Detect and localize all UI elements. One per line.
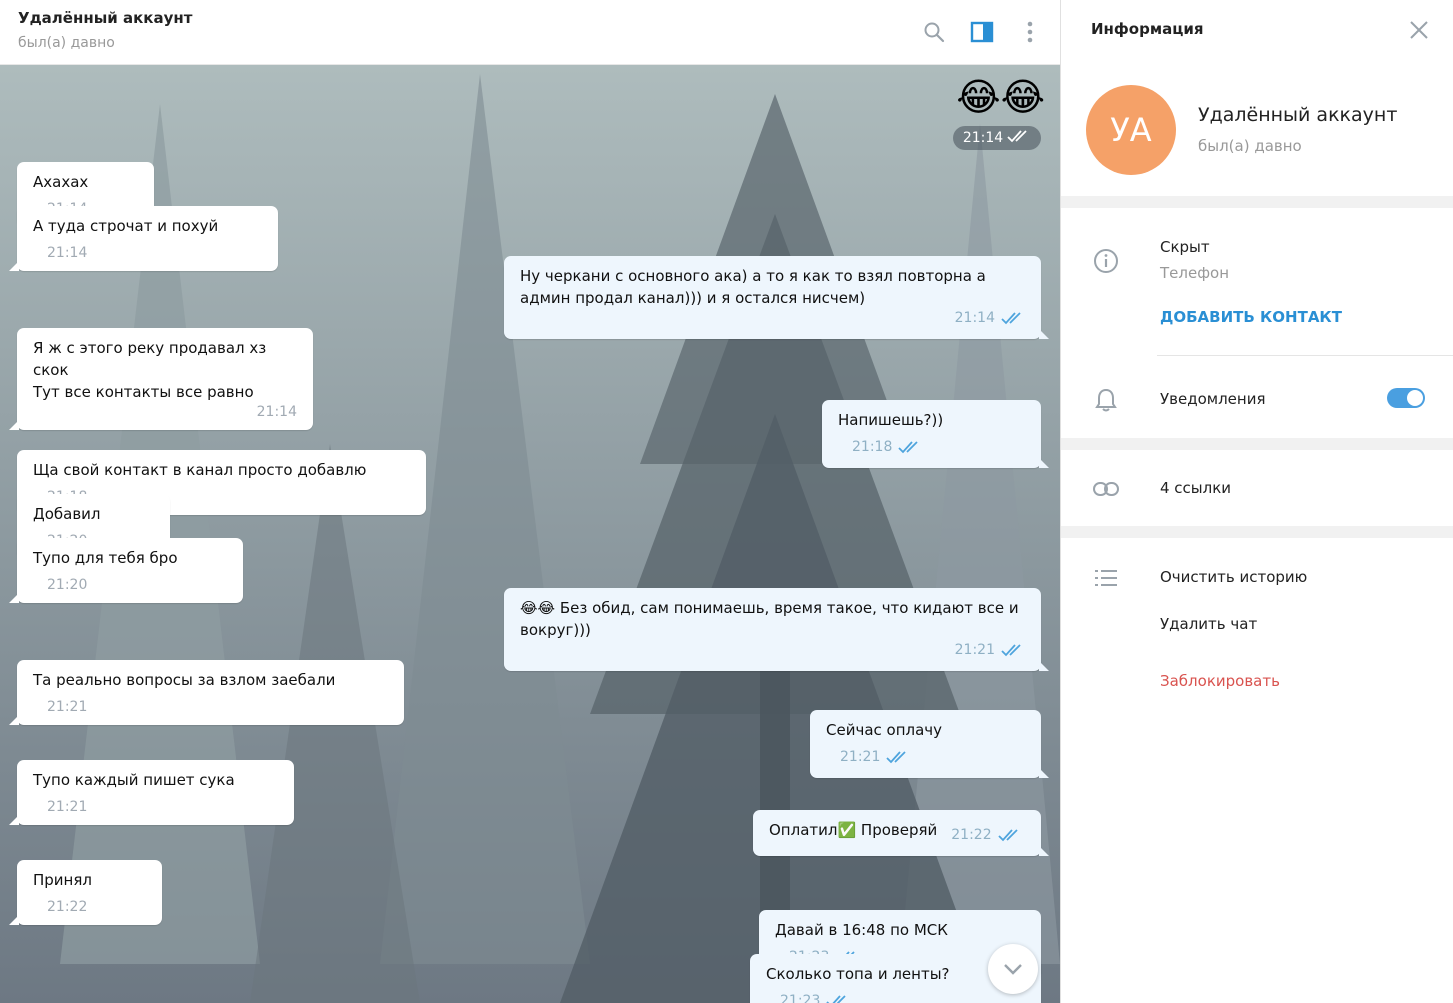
notifications-toggle[interactable] xyxy=(1387,388,1425,408)
read-check-icon xyxy=(1001,642,1025,664)
emoji-message[interactable]: 😂😂 21:14 xyxy=(940,74,1045,150)
list-icon xyxy=(1093,565,1119,591)
info-title: Информация xyxy=(1091,20,1204,38)
avatar-initials: УА xyxy=(1110,111,1152,149)
message-list[interactable]: 😂😂21:14Ахахах21:14А туда строчат и похуй… xyxy=(0,64,1060,1003)
read-check-icon xyxy=(826,993,850,1003)
message-text: Сейчас оплачу xyxy=(826,721,943,739)
incoming-message[interactable]: Тупо для тебя бро 21:20 xyxy=(9,538,243,603)
message-text: Принял xyxy=(33,871,92,889)
profile-status: был(а) давно xyxy=(1198,137,1302,155)
message-text: 😂😂 Без обид, сам понимаешь, время такое,… xyxy=(520,599,1019,639)
bell-icon xyxy=(1093,387,1119,413)
message-text: Сколько топа и ленты? xyxy=(766,965,950,983)
profile-section: Информация УА Удалённый аккаунт был(а) д… xyxy=(1061,0,1453,196)
message-time: 21:21 xyxy=(47,799,88,815)
chat-status: был(а) давно xyxy=(18,35,115,51)
message-time: 21:18 xyxy=(852,436,922,461)
message-time: 21:21 xyxy=(955,639,1025,664)
read-check-icon xyxy=(1007,129,1031,147)
toggle-knob xyxy=(1407,390,1423,406)
info-icon xyxy=(1093,248,1119,274)
message-time: 21:14 xyxy=(962,130,1004,146)
links-label: 4 ссылки xyxy=(1160,479,1232,497)
chat-title[interactable]: Удалённый аккаунт xyxy=(18,9,192,27)
phone-label: Телефон xyxy=(1160,264,1230,282)
info-panel: Информация УА Удалённый аккаунт был(а) д… xyxy=(1060,0,1453,1003)
message-text: Тупо для тебя бро xyxy=(33,549,178,567)
phone-value: Скрыт xyxy=(1160,238,1210,256)
message-text: Та реально вопросы за взлом заебали xyxy=(33,671,336,689)
more-vert-icon[interactable] xyxy=(1014,16,1046,48)
outgoing-message[interactable]: 😂😂 Без обид, сам понимаешь, время такое,… xyxy=(504,588,1049,671)
message-text: Оплатил✅ Проверяй xyxy=(769,821,938,839)
message-text: Тупо каждый пишет сука xyxy=(33,771,235,789)
message-time: 21:14 xyxy=(256,404,297,420)
avatar[interactable]: УА xyxy=(1086,85,1176,175)
link-icon xyxy=(1093,476,1119,502)
read-check-icon xyxy=(886,749,910,771)
message-text: А туда строчат и похуй xyxy=(33,217,219,235)
outgoing-message[interactable]: Сейчас оплачу 21:21 xyxy=(810,710,1049,778)
outgoing-message[interactable]: Напишешь?)) 21:18 xyxy=(822,400,1049,468)
message-time: 21:14 xyxy=(47,245,88,261)
incoming-message[interactable]: Та реально вопросы за взлом заебали 21:21 xyxy=(9,660,404,725)
message-text: Ща свой контакт в канал просто добавлю xyxy=(33,461,367,479)
read-check-icon xyxy=(898,439,922,461)
links-section[interactable]: 4 ссылки xyxy=(1061,450,1453,526)
actions-section: Очистить историю Удалить чат Заблокирова… xyxy=(1061,538,1453,1003)
message-time: 21:23 xyxy=(780,990,850,1003)
incoming-message[interactable]: Я ж с этого реку продавал хз скок Тут вс… xyxy=(9,328,313,430)
incoming-message[interactable]: А туда строчат и похуй 21:14 xyxy=(9,206,278,271)
notifications-label: Уведомления xyxy=(1160,390,1266,408)
sidebar-toggle-icon[interactable] xyxy=(966,16,998,48)
add-contact-button[interactable]: ДОБАВИТЬ КОНТАКТ xyxy=(1160,308,1342,326)
emoji-time-badge: 21:14 xyxy=(953,126,1041,150)
profile-name: Удалённый аккаунт xyxy=(1198,104,1398,126)
close-icon[interactable] xyxy=(1407,18,1431,46)
divider xyxy=(1157,355,1453,356)
message-text: Ну черкани с основного ака) а то я как т… xyxy=(520,267,986,307)
message-time: 21:21 xyxy=(47,699,88,715)
block-button[interactable]: Заблокировать xyxy=(1160,672,1280,690)
message-text: Напишешь?)) xyxy=(838,411,944,429)
emoji-text: 😂😂 xyxy=(956,75,1045,119)
incoming-message[interactable]: Тупо каждый пишет сука 21:21 xyxy=(9,760,294,825)
message-time: 21:22 xyxy=(951,824,1021,849)
outgoing-message[interactable]: Оплатил✅ Проверяй 21:22 xyxy=(753,810,1049,856)
outgoing-message[interactable]: Ну черкани с основного ака) а то я как т… xyxy=(504,256,1049,339)
message-text: Я ж с этого реку продавал хз скок Тут вс… xyxy=(33,339,267,401)
contact-section: Скрыт Телефон ДОБАВИТЬ КОНТАКТ Уведомлен… xyxy=(1061,208,1453,438)
message-time: 21:14 xyxy=(955,307,1025,332)
search-icon[interactable] xyxy=(918,16,950,48)
message-time: 21:20 xyxy=(47,577,88,593)
delete-chat-button[interactable]: Удалить чат xyxy=(1160,615,1257,633)
read-check-icon xyxy=(997,827,1022,849)
read-check-icon xyxy=(1001,310,1025,332)
chat-column: 😂😂21:14Ахахах21:14А туда строчат и похуй… xyxy=(0,0,1060,1003)
message-text: Ахахах xyxy=(33,173,89,191)
chevron-down-icon xyxy=(1003,960,1023,979)
message-time: 21:22 xyxy=(47,899,88,915)
message-text: Давай в 16:48 по МСК xyxy=(775,921,948,939)
chat-header: Удалённый аккаунт был(а) давно xyxy=(0,0,1060,65)
incoming-message[interactable]: Принял 21:22 xyxy=(9,860,162,925)
message-text: Добавил xyxy=(33,505,101,523)
scroll-down-button[interactable] xyxy=(988,944,1038,994)
message-time: 21:21 xyxy=(840,746,910,771)
clear-history-button[interactable]: Очистить историю xyxy=(1160,568,1307,586)
